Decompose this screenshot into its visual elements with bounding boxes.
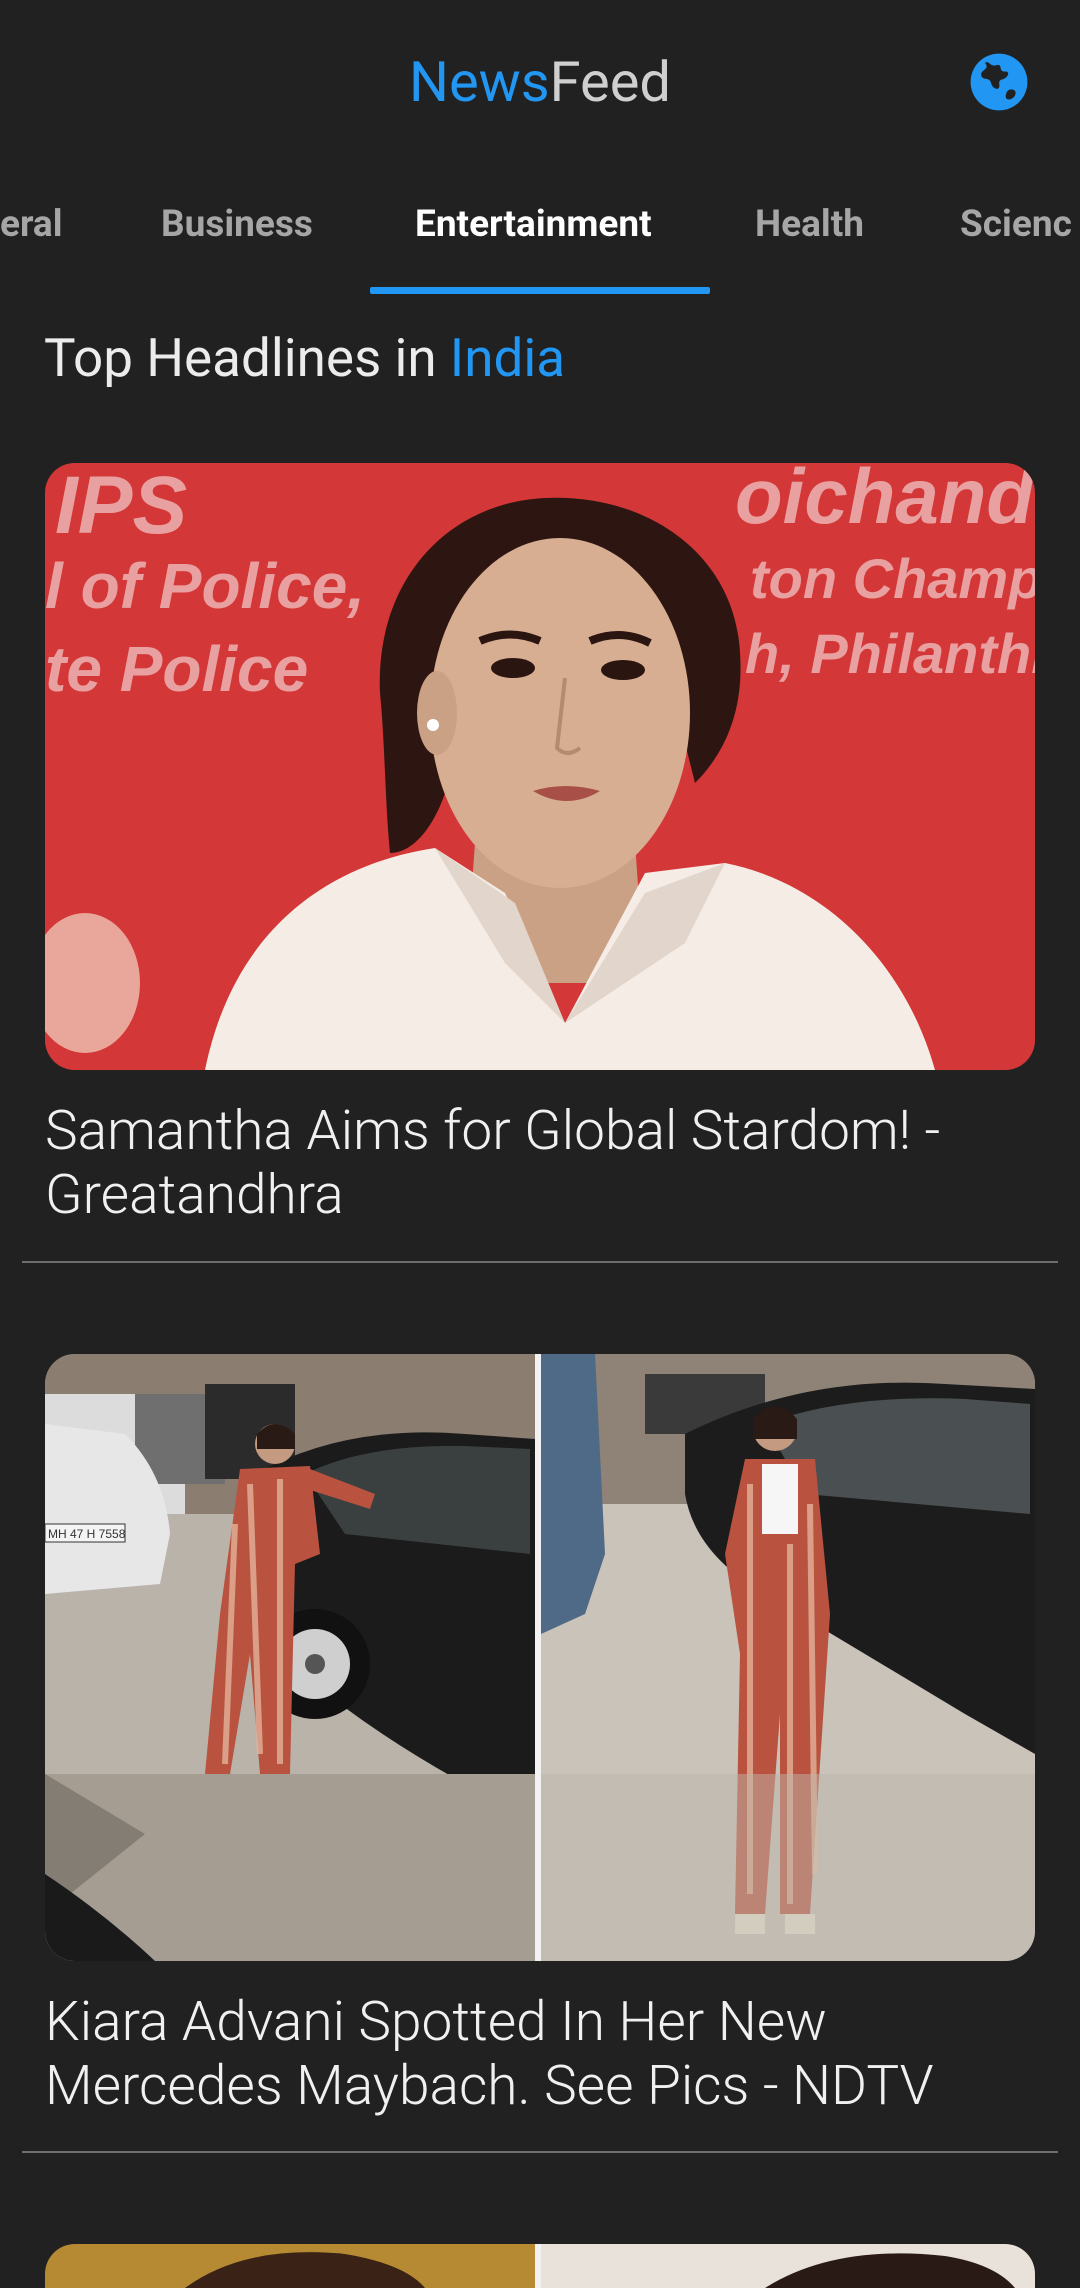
app-title-news: News (409, 49, 550, 115)
article-title[interactable]: Kiara Advani Spotted In Her New Mercedes… (45, 1990, 1035, 2118)
article-image: IPS l of Police, te Police oichand ton C… (45, 463, 1035, 1070)
tab-health[interactable]: Health (755, 165, 864, 295)
banner-text-right-3: h, Philanthr (745, 622, 1035, 685)
article-divider (22, 1261, 1058, 1263)
app-title: NewsFeed (0, 44, 1080, 120)
license-plate: MH 47 H 7558 (48, 1527, 126, 1541)
tab-business[interactable]: Business (161, 165, 313, 295)
article-divider (22, 2151, 1058, 2153)
article-card[interactable]: IPS l of Police, te Police oichand ton C… (0, 463, 1080, 1273)
article-card[interactable] (0, 2244, 1080, 2288)
heading-country[interactable]: India (450, 327, 565, 389)
tab-entertainment[interactable]: Entertainment (415, 165, 652, 295)
article-card[interactable]: MH 47 H 7558 Kiara Advani Spotted In Her… (0, 1354, 1080, 2164)
category-tabs: eral Business Entertainment Health Scien… (0, 165, 1080, 295)
app-bar: NewsFeed (0, 0, 1080, 165)
article-image (45, 2244, 1035, 2288)
tab-general[interactable]: eral (0, 165, 63, 295)
section-heading: Top Headlines in India (44, 320, 565, 396)
tab-science[interactable]: Scienc (960, 165, 1072, 295)
app-title-feed: Feed (549, 49, 671, 115)
article-title[interactable]: Samantha Aims for Global Stardom! - Grea… (45, 1099, 1035, 1227)
banner-text-left-3: te Police (45, 633, 308, 705)
globe-icon[interactable] (968, 51, 1030, 113)
tab-indicator (370, 287, 710, 294)
banner-text-right-1: oichand (735, 463, 1035, 540)
article-image: MH 47 H 7558 (45, 1354, 1035, 1961)
banner-text-left-1: IPS (55, 463, 187, 551)
heading-prefix: Top Headlines in (44, 327, 450, 389)
banner-text-left-2: l of Police, (45, 550, 365, 622)
banner-text-right-2: ton Champ (750, 547, 1035, 610)
